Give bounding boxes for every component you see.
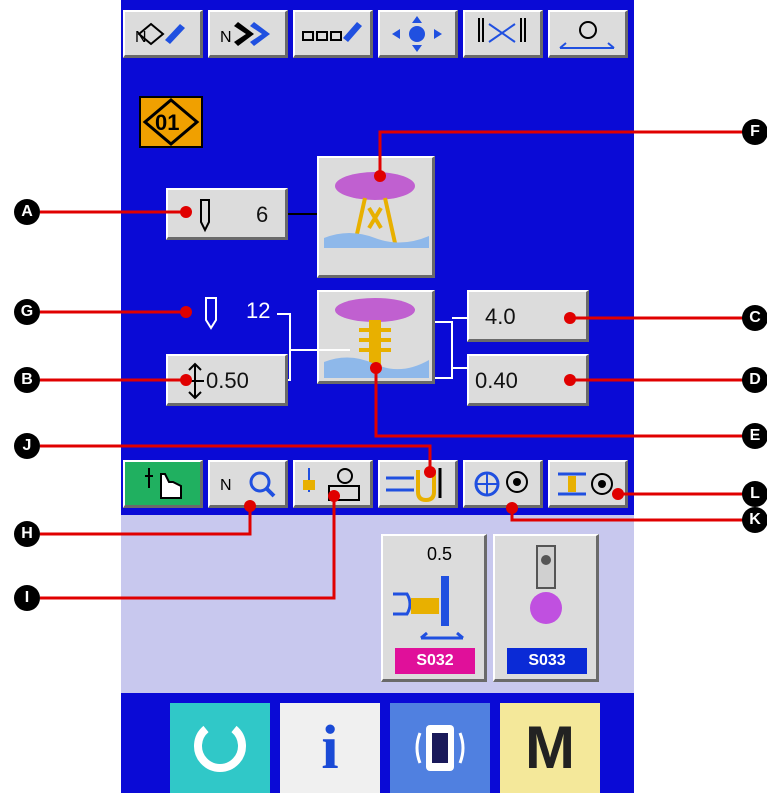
needle-ref-display: 12 <box>200 296 270 336</box>
winder-button[interactable] <box>293 460 373 508</box>
thread-height-button[interactable]: 0.50 <box>166 354 288 406</box>
lower-value-text: 0.40 <box>475 368 518 393</box>
button-image-icon <box>324 172 429 248</box>
bobbin-button[interactable] <box>548 460 628 508</box>
communication-icon <box>415 725 465 771</box>
bobbin-winder-icon <box>303 468 360 501</box>
pattern-no-edit-button[interactable]: N <box>123 10 203 58</box>
pattern-search-button[interactable]: N <box>208 460 288 508</box>
hand-icon <box>145 468 182 499</box>
program-button-s032[interactable]: 0.5 S032 <box>381 534 487 682</box>
program-button-s033[interactable]: S033 <box>493 534 599 682</box>
callout-d: D <box>742 367 767 393</box>
info-icon: i <box>321 714 339 782</box>
ready-button[interactable] <box>170 703 270 793</box>
callout-l: L <box>742 481 767 507</box>
callout-h: H <box>14 521 40 547</box>
callout-g: G <box>14 299 40 325</box>
thread-height-value: 0.50 <box>206 368 249 393</box>
button-shank-icon <box>324 298 429 378</box>
needle-icon <box>200 199 210 233</box>
program-s033-badge: S033 <box>507 648 587 674</box>
reverse-icon <box>559 21 615 49</box>
needle-count-button[interactable]: 6 <box>166 188 288 240</box>
callout-c: C <box>742 305 767 331</box>
stitch-icon <box>478 18 526 43</box>
communication-button[interactable] <box>390 703 490 793</box>
upper-value-button[interactable]: 4.0 <box>467 290 589 342</box>
lever-icon <box>530 545 562 624</box>
callout-k: K <box>742 507 767 533</box>
callout-b: B <box>14 367 40 393</box>
pattern-select-icon: N <box>220 22 270 46</box>
upper-value-text: 4.0 <box>485 304 516 329</box>
program-s033-label: S033 <box>528 652 566 669</box>
bobbin-icon <box>558 472 613 496</box>
callout-i: I <box>14 585 40 611</box>
move-arrows-icon <box>392 16 442 52</box>
program-s032-label: S032 <box>416 652 454 669</box>
move-button[interactable] <box>378 10 458 58</box>
callout-a: A <box>14 199 40 225</box>
callout-j: J <box>14 433 40 459</box>
program-s032-value: 0.5 <box>427 544 453 564</box>
name-edit-button[interactable] <box>293 10 373 58</box>
needle-ref-icon <box>205 297 217 330</box>
lower-value-button[interactable]: 0.40 <box>467 354 589 406</box>
pattern-edit-icon: N <box>135 22 185 46</box>
pattern-number-display: 01 <box>139 96 203 148</box>
name-edit-icon <box>302 22 362 42</box>
thread-loop-icon <box>386 468 442 503</box>
button-image-top[interactable] <box>317 156 435 278</box>
button-feed-icon <box>393 576 464 640</box>
mode-icon: M <box>525 714 575 781</box>
reverse-button[interactable] <box>548 10 628 58</box>
program-s032-badge: S032 <box>395 648 475 674</box>
counter-icon <box>474 471 528 497</box>
pattern-number-label: 01 <box>155 110 180 135</box>
callout-f: F <box>742 119 767 145</box>
svg-text:N: N <box>220 29 232 46</box>
svg-text:N: N <box>220 477 232 494</box>
needle-ref-value: 12 <box>246 298 271 323</box>
stitch-button[interactable] <box>463 10 543 58</box>
height-arrows-icon <box>186 362 204 400</box>
pattern-no-select-button[interactable]: N <box>208 10 288 58</box>
mode-button[interactable]: M <box>500 703 600 793</box>
button-image-bottom[interactable] <box>317 290 435 384</box>
hand-sew-button[interactable] <box>123 460 203 508</box>
counter-button[interactable] <box>463 460 543 508</box>
search-icon: N <box>220 471 276 498</box>
ready-icon <box>194 725 246 772</box>
needle-count-value: 6 <box>256 202 269 227</box>
info-button[interactable]: i <box>280 703 380 793</box>
thread-button[interactable] <box>378 460 458 508</box>
callout-e: E <box>742 423 767 449</box>
